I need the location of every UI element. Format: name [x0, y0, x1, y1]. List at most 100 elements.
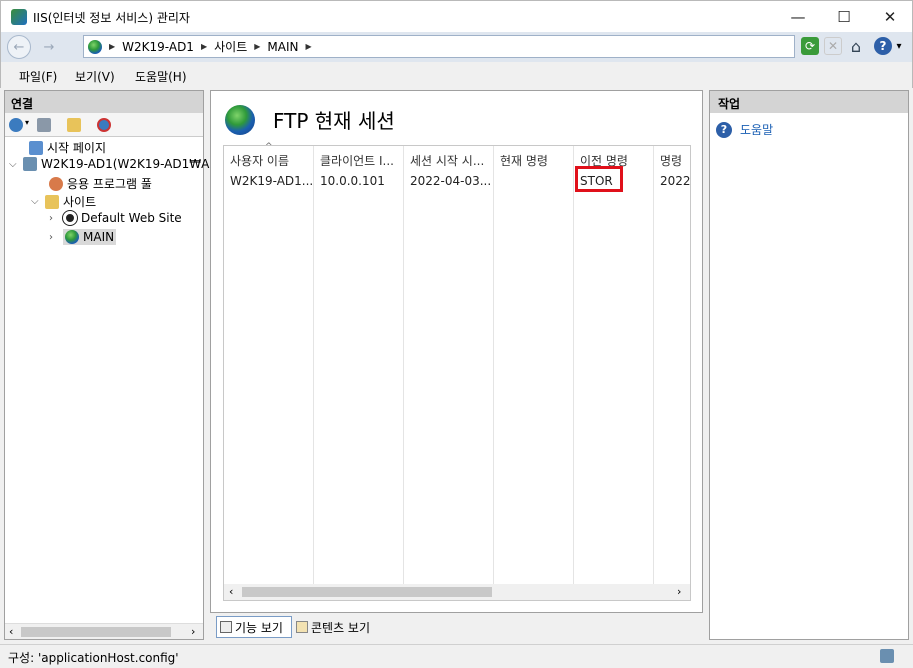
- breadcrumb-arrow-icon: ▶: [254, 42, 261, 51]
- tree-node-label: MAIN: [83, 230, 115, 244]
- table-column: [314, 146, 404, 584]
- menu-bar: 파일(F) 보기(V) 도움말(H): [0, 62, 913, 88]
- tree-node-sites[interactable]: ⌵ 사이트: [31, 193, 96, 210]
- breadcrumb-item-server[interactable]: W2K19-AD1: [122, 40, 194, 54]
- server-status-icon: [880, 649, 894, 663]
- menu-file[interactable]: 파일(F): [19, 68, 57, 85]
- table-horizontal-scrollbar[interactable]: ‹ ›: [224, 584, 690, 600]
- iis-app-icon: [11, 9, 27, 25]
- tree-node-label: Default Web Site: [81, 211, 182, 225]
- home-icon[interactable]: ⌂: [847, 37, 865, 56]
- maximize-button[interactable]: ☐: [821, 1, 867, 33]
- chevron-right-icon[interactable]: ›: [49, 213, 59, 224]
- scrollbar-thumb[interactable]: [242, 587, 492, 597]
- ftp-sessions-globe-icon: [225, 105, 255, 135]
- menu-help[interactable]: 도움말(H): [135, 68, 187, 85]
- table-column: [494, 146, 574, 584]
- scroll-right-icon[interactable]: ›: [677, 585, 681, 598]
- window-title: IIS(인터넷 정보 서비스) 관리자: [33, 11, 190, 25]
- sites-folder-icon: [45, 194, 59, 209]
- tree-node-label: W2K19-AD1(W2K19-AD1₩A: [41, 157, 210, 171]
- stop-icon[interactable]: ✕: [824, 37, 842, 55]
- action-help[interactable]: ? 도움말: [716, 121, 773, 138]
- chevron-right-icon[interactable]: ›: [49, 232, 59, 243]
- breadcrumb-item-sites[interactable]: 사이트: [214, 38, 247, 55]
- scrollbar-thumb[interactable]: [21, 627, 171, 637]
- save-icon[interactable]: [37, 118, 51, 132]
- main-pane: FTP 현재 세션 ^ 사용자 이름 클라이언트 I... 세션 시작 시...…: [210, 90, 703, 613]
- back-button[interactable]: ←: [7, 35, 31, 59]
- tree-node-start-page[interactable]: 시작 페이지: [29, 139, 106, 156]
- chevron-down-icon[interactable]: ⌵: [9, 159, 19, 170]
- refresh-icon[interactable]: ⟳: [801, 37, 819, 55]
- connections-pane: 연결 ▾ 시작 페이지 ⌵ W2K19-AD1(W2K19-AD1₩A 응용 프…: [4, 90, 209, 640]
- column-header-command[interactable]: 명령: [660, 152, 682, 169]
- status-bar: 구성: 'applicationHost.config': [0, 644, 913, 668]
- action-help-label: 도움말: [740, 123, 774, 137]
- scroll-right-icon[interactable]: ›: [191, 625, 195, 638]
- app-pool-icon: [49, 176, 63, 191]
- breadcrumb-arrow-icon: ▶: [109, 42, 116, 51]
- close-button[interactable]: ✕: [867, 1, 913, 33]
- connections-toolbar: ▾: [5, 113, 203, 137]
- tree-node-label: 시작 페이지: [47, 141, 107, 155]
- chevron-down-icon[interactable]: ▾: [25, 118, 29, 127]
- scroll-left-icon[interactable]: ‹: [229, 585, 233, 598]
- actions-title: 작업: [710, 91, 908, 113]
- column-header-client-ip[interactable]: 클라이언트 I...: [320, 152, 394, 169]
- column-header-session-start[interactable]: 세션 시작 시...: [410, 152, 484, 169]
- up-folder-icon[interactable]: [67, 118, 81, 132]
- features-view-tab[interactable]: 기능 보기: [216, 616, 292, 638]
- tree-node-app-pools[interactable]: 응용 프로그램 풀: [49, 175, 152, 192]
- breadcrumb-item-main[interactable]: MAIN: [267, 40, 298, 54]
- status-text: 구성: 'applicationHost.config': [8, 651, 179, 665]
- table-column: [224, 146, 314, 584]
- features-view-icon: [220, 621, 232, 633]
- address-bar: ← → ▶ W2K19-AD1 ▶ 사이트 ▶ MAIN ▶ ⟳ ✕ ⌂ ? ▾: [0, 32, 913, 62]
- page-title: FTP 현재 세션: [273, 109, 395, 133]
- disconnect-icon[interactable]: [97, 118, 111, 132]
- cell-user: W2K19-AD1...: [230, 174, 314, 188]
- tree-node-label: 응용 프로그램 풀: [67, 177, 152, 191]
- breadcrumb-arrow-icon: ▶: [305, 42, 312, 51]
- website-icon: [65, 230, 79, 244]
- cell-session-start: 2022-04-03...: [410, 174, 492, 188]
- content-view-tab[interactable]: 콘텐츠 보기: [296, 616, 370, 638]
- table-column: [404, 146, 494, 584]
- features-view-label: 기능 보기: [235, 620, 283, 635]
- sort-indicator-icon: ^: [265, 142, 273, 152]
- horizontal-scrollbar[interactable]: ‹ ›: [5, 623, 203, 639]
- tree-node-server[interactable]: ⌵ W2K19-AD1(W2K19-AD1₩A: [9, 157, 209, 171]
- view-switcher: 기능 보기 콘텐츠 보기: [210, 615, 703, 641]
- cell-command-time: 2022: [660, 174, 691, 188]
- globe-icon: [88, 39, 102, 54]
- table-column: [574, 146, 654, 584]
- tree-node-main[interactable]: › MAIN: [49, 229, 117, 245]
- help-icon: ?: [716, 121, 732, 138]
- chevron-down-icon[interactable]: ▾: [893, 37, 905, 55]
- minimize-button[interactable]: —: [775, 1, 821, 33]
- menu-view[interactable]: 보기(V): [75, 68, 115, 85]
- website-stopped-icon: [63, 211, 77, 225]
- highlight-box: [575, 166, 623, 192]
- start-page-icon: [29, 140, 43, 155]
- chevron-down-icon[interactable]: ⌵: [31, 196, 41, 207]
- sessions-table: ^ 사용자 이름 클라이언트 I... 세션 시작 시... 현재 명령 이전 …: [223, 142, 691, 601]
- breadcrumb-arrow-icon: ▶: [200, 42, 208, 51]
- breadcrumb[interactable]: ▶ W2K19-AD1 ▶ 사이트 ▶ MAIN ▶: [83, 35, 795, 58]
- server-icon: [23, 157, 37, 171]
- actions-pane: 작업 ? 도움말: [709, 90, 909, 640]
- content-view-icon: [296, 621, 308, 633]
- title-bar: IIS(인터넷 정보 서비스) 관리자 — ☐ ✕: [0, 0, 913, 32]
- cell-client-ip: 10.0.0.101: [320, 174, 385, 188]
- tree-node-label: 사이트: [63, 195, 97, 209]
- connect-icon[interactable]: [9, 118, 23, 132]
- connections-title: 연결: [5, 91, 203, 113]
- scroll-left-icon[interactable]: ‹: [9, 625, 13, 638]
- content-view-label: 콘텐츠 보기: [311, 620, 371, 635]
- column-header-user[interactable]: 사용자 이름: [230, 152, 289, 169]
- help-icon[interactable]: ?: [874, 37, 892, 55]
- tree-node-default-web-site[interactable]: › Default Web Site: [49, 211, 182, 225]
- column-header-current-command[interactable]: 현재 명령: [500, 152, 548, 169]
- forward-button[interactable]: →: [37, 35, 61, 59]
